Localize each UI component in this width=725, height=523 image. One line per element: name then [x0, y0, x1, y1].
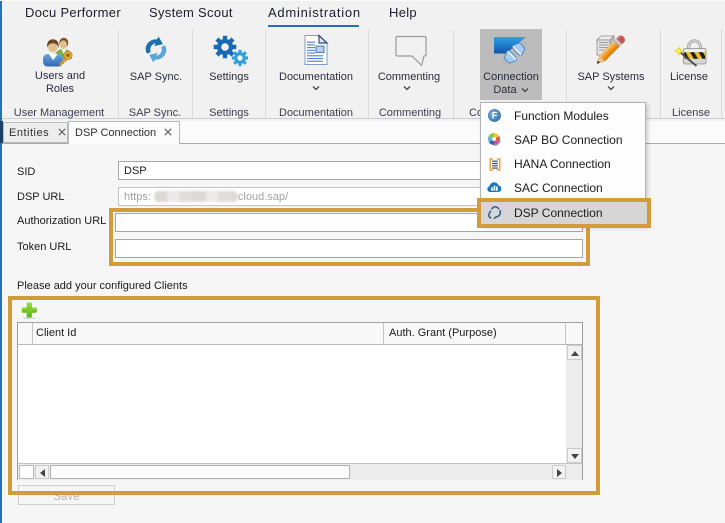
svg-text:F: F — [492, 111, 498, 121]
